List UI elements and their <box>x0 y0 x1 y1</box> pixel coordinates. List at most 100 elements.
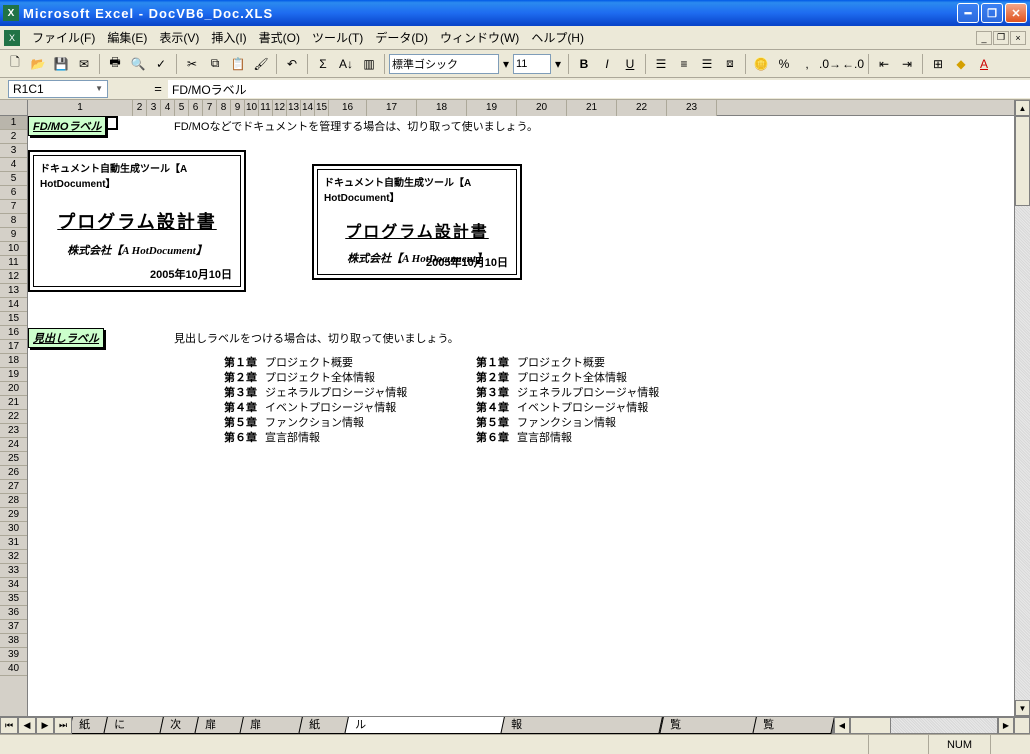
percent-button[interactable]: % <box>773 53 795 75</box>
autosum-button[interactable]: Σ <box>312 53 334 75</box>
vertical-scrollbar[interactable]: ▲ ▼ <box>1014 100 1030 716</box>
row-header-20[interactable]: 20 <box>0 382 27 396</box>
row-header-39[interactable]: 39 <box>0 648 27 662</box>
col-header-17[interactable]: 17 <box>367 100 417 116</box>
row-header-29[interactable]: 29 <box>0 508 27 522</box>
row-header-2[interactable]: 2 <box>0 130 27 144</box>
scroll-down-button[interactable]: ▼ <box>1015 700 1030 716</box>
decrease-decimal-button[interactable]: ←.0 <box>842 53 864 75</box>
col-header-8[interactable]: 8 <box>217 100 231 116</box>
row-header-36[interactable]: 36 <box>0 606 27 620</box>
row-header-17[interactable]: 17 <box>0 340 27 354</box>
row-header-10[interactable]: 10 <box>0 242 27 256</box>
row-header-11[interactable]: 11 <box>0 256 27 270</box>
italic-button[interactable]: I <box>596 53 618 75</box>
sheet-tab-8[interactable]: 1.2参照設定一覧 <box>659 717 761 734</box>
fill-color-button[interactable]: ◆ <box>950 53 972 75</box>
underline-button[interactable]: U <box>619 53 641 75</box>
decrease-indent-button[interactable]: ⇤ <box>873 53 895 75</box>
sheet-tab-9[interactable]: 1.3AddIn一覧 <box>752 717 834 734</box>
spellcheck-button[interactable]: ✓ <box>150 53 172 75</box>
row-header-21[interactable]: 21 <box>0 396 27 410</box>
row-header-1[interactable]: 1 <box>0 116 27 130</box>
col-header-22[interactable]: 22 <box>617 100 667 116</box>
align-center-button[interactable]: ≡ <box>673 53 695 75</box>
merge-center-button[interactable]: ⧈ <box>719 53 741 75</box>
tab-nav-next[interactable]: ▶ <box>36 717 54 734</box>
increase-decimal-button[interactable]: .0→ <box>819 53 841 75</box>
col-header-23[interactable]: 23 <box>667 100 717 116</box>
col-header-2[interactable]: 2 <box>133 100 147 116</box>
workbook-icon[interactable]: X <box>4 30 20 46</box>
col-header-13[interactable]: 13 <box>287 100 301 116</box>
menu-データ(D)[interactable]: データ(D) <box>369 27 434 48</box>
undo-button[interactable]: ↶ <box>281 53 303 75</box>
mail-button[interactable]: ✉ <box>73 53 95 75</box>
row-header-3[interactable]: 3 <box>0 144 27 158</box>
col-header-1[interactable]: 1 <box>28 100 133 116</box>
cut-button[interactable]: ✂ <box>181 53 203 75</box>
menu-ウィンドウ(W)[interactable]: ウィンドウ(W) <box>434 27 525 48</box>
font-name-select[interactable] <box>389 54 499 74</box>
row-header-25[interactable]: 25 <box>0 452 27 466</box>
row-header-9[interactable]: 9 <box>0 228 27 242</box>
row-header-14[interactable]: 14 <box>0 298 27 312</box>
row-header-23[interactable]: 23 <box>0 424 27 438</box>
sort-asc-button[interactable]: A↓ <box>335 53 357 75</box>
row-header-13[interactable]: 13 <box>0 284 27 298</box>
col-header-7[interactable]: 7 <box>203 100 217 116</box>
currency-button[interactable]: 🪙 <box>750 53 772 75</box>
sheet-tab-4[interactable]: DOC中扉 <box>240 717 307 734</box>
row-header-32[interactable]: 32 <box>0 550 27 564</box>
worksheet-grid[interactable]: 1234567891011121314151617181920212223 12… <box>0 100 1030 716</box>
row-header-30[interactable]: 30 <box>0 522 27 536</box>
copy-button[interactable]: ⧉ <box>204 53 226 75</box>
col-header-15[interactable]: 15 <box>315 100 329 116</box>
row-header-26[interactable]: 26 <box>0 466 27 480</box>
font-size-select[interactable] <box>513 54 551 74</box>
col-header-4[interactable]: 4 <box>161 100 175 116</box>
horizontal-scrollbar[interactable]: ◀ ▶ <box>834 717 1014 734</box>
col-header-6[interactable]: 6 <box>189 100 203 116</box>
col-header-5[interactable]: 5 <box>175 100 189 116</box>
hscroll-thumb[interactable] <box>851 718 891 733</box>
menu-編集(E)[interactable]: 編集(E) <box>101 27 153 48</box>
scroll-left-button[interactable]: ◀ <box>834 717 850 734</box>
scroll-up-button[interactable]: ▲ <box>1015 100 1030 116</box>
select-all-corner[interactable] <box>0 100 28 116</box>
sheet-tab-6[interactable]: FD,MOラベル、見出しラベル <box>344 717 509 734</box>
sort-desc-button[interactable]: ▥ <box>358 53 380 75</box>
row-header-31[interactable]: 31 <box>0 536 27 550</box>
row-header-7[interactable]: 7 <box>0 200 27 214</box>
paste-button[interactable]: 📋 <box>227 53 249 75</box>
row-header-19[interactable]: 19 <box>0 368 27 382</box>
tab-nav-last[interactable]: ⏭ <box>54 717 72 734</box>
row-header-34[interactable]: 34 <box>0 578 27 592</box>
maximize-button[interactable]: ❐ <box>981 3 1003 23</box>
vscroll-thumb[interactable] <box>1015 116 1030 206</box>
sheet-tab-7[interactable]: 1.1プロジェクトファイル情報 <box>501 717 668 734</box>
heading-label-cell[interactable]: 見出しラベル <box>28 328 104 348</box>
open-button[interactable]: 📂 <box>27 53 49 75</box>
row-header-5[interactable]: 5 <box>0 172 27 186</box>
row-header-22[interactable]: 22 <box>0 410 27 424</box>
mdi-close-button[interactable]: × <box>1010 31 1026 45</box>
row-header-40[interactable]: 40 <box>0 662 27 676</box>
mdi-restore-button[interactable]: ❐ <box>993 31 1009 45</box>
col-header-19[interactable]: 19 <box>467 100 517 116</box>
formula-input[interactable]: FD/MOラベル <box>168 80 1030 98</box>
minimize-button[interactable]: ━ <box>957 3 979 23</box>
save-button[interactable]: 💾 <box>50 53 72 75</box>
fd-mo-label-cell[interactable]: FD/MOラベル <box>28 116 106 136</box>
tab-nav-prev[interactable]: ◀ <box>18 717 36 734</box>
scroll-right-button[interactable]: ▶ <box>998 717 1014 734</box>
size-dropdown-icon[interactable]: ▾ <box>552 53 564 75</box>
row-header-33[interactable]: 33 <box>0 564 27 578</box>
row-header-8[interactable]: 8 <box>0 214 27 228</box>
col-header-14[interactable]: 14 <box>301 100 315 116</box>
tab-nav-first[interactable]: ⏮ <box>0 717 18 734</box>
col-header-10[interactable]: 10 <box>245 100 259 116</box>
close-button[interactable]: ✕ <box>1005 3 1027 23</box>
format-painter-button[interactable]: 🖌 <box>250 53 272 75</box>
menu-挿入(I)[interactable]: 挿入(I) <box>205 27 252 48</box>
